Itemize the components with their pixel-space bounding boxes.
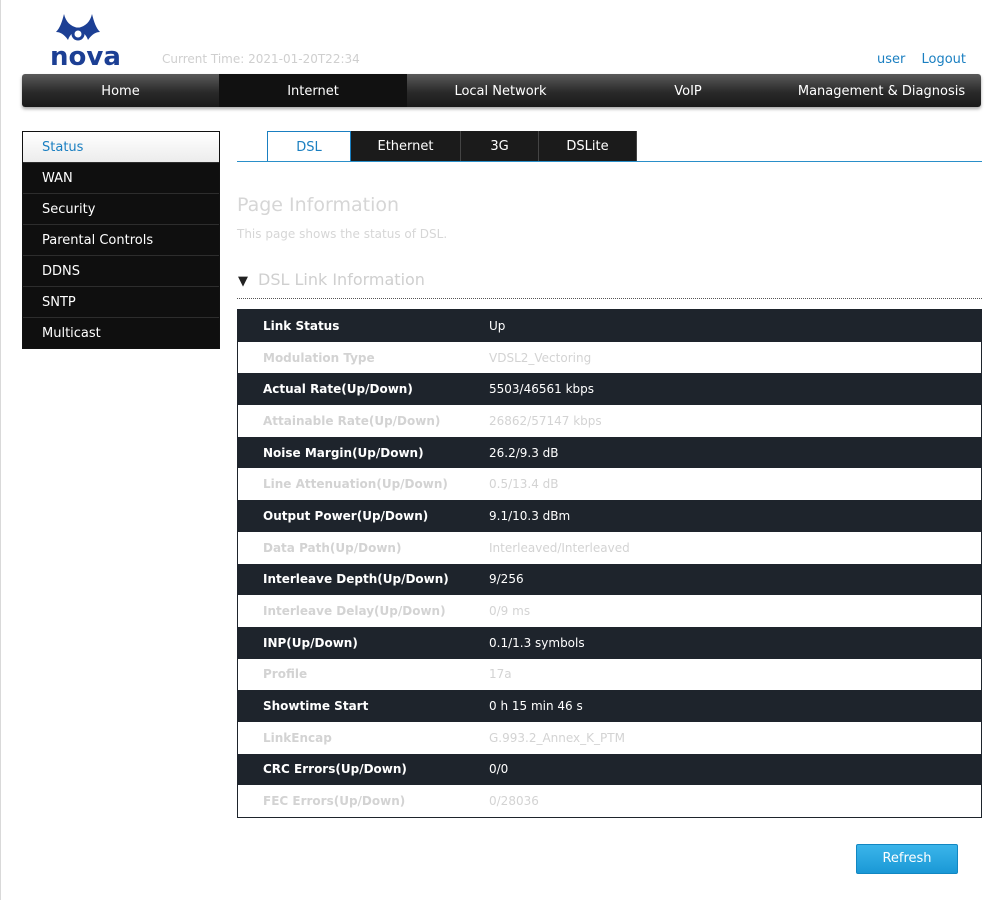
row-value: 9/256 xyxy=(489,572,524,587)
page-border xyxy=(0,0,1,900)
table-row: Profile 17a xyxy=(238,658,981,691)
row-value: VDSL2_Vectoring xyxy=(489,350,592,365)
dsl-info-table: Link Status Up Modulation Type VDSL2_Vecto… xyxy=(237,309,982,818)
table-row: Modulation Type VDSL2_Vectoring xyxy=(238,341,981,374)
sidebar-item-multicast[interactable]: Multicast xyxy=(23,317,219,348)
sidebar-item-security[interactable]: Security xyxy=(23,193,219,224)
row-value: 5503/46561 kbps xyxy=(489,382,595,397)
nav-tab-internet[interactable]: Internet xyxy=(219,74,407,107)
tab-dsl[interactable]: DSL xyxy=(267,131,351,162)
row-value: 0.5/13.4 dB xyxy=(489,477,559,492)
row-value: 26862/57147 kbps xyxy=(489,413,602,428)
table-row: CRC Errors(Up/Down) 0/0 xyxy=(238,753,981,786)
section-title: DSL Link Information xyxy=(258,270,425,289)
nav-tab-local-network[interactable]: Local Network xyxy=(407,74,594,107)
refresh-button[interactable]: Refresh xyxy=(856,844,958,874)
row-label: LinkEncap xyxy=(263,730,332,745)
row-label: INP(Up/Down) xyxy=(263,635,358,650)
page-description: This page shows the status of DSL. xyxy=(237,227,448,241)
table-row: Interleave Depth(Up/Down) 9/256 xyxy=(238,563,981,596)
sidebar-item-wan[interactable]: WAN xyxy=(23,162,219,193)
nova-logo: nova xyxy=(48,8,121,72)
section-divider xyxy=(237,298,982,299)
table-row: Actual Rate(Up/Down) 5503/46561 kbps xyxy=(238,373,981,406)
collapse-triangle-icon[interactable]: ▼ xyxy=(238,274,248,289)
row-value: 0 h 15 min 46 s xyxy=(489,699,583,714)
tab-3g[interactable]: 3G xyxy=(461,131,539,161)
row-label: Attainable Rate(Up/Down) xyxy=(263,413,441,428)
sub-tabs: DSL Ethernet 3G DSLite xyxy=(267,131,637,162)
table-row: Link Status Up xyxy=(238,310,981,342)
user-links: user Logout xyxy=(865,52,966,67)
table-row: Attainable Rate(Up/Down) 26862/57147 kbps xyxy=(238,405,981,437)
tab-dslite[interactable]: DSLite xyxy=(539,131,637,161)
sidebar-item-ddns[interactable]: DDNS xyxy=(23,255,219,286)
table-row: Line Attenuation(Up/Down) 0.5/13.4 dB xyxy=(238,468,981,501)
row-label: Link Status xyxy=(263,318,340,333)
row-value: 0/0 xyxy=(489,762,509,777)
row-label: Noise Margin(Up/Down) xyxy=(263,445,424,460)
row-label: CRC Errors(Up/Down) xyxy=(263,762,407,777)
nav-tab-voip[interactable]: VoIP xyxy=(594,74,782,107)
row-label: Showtime Start xyxy=(263,699,369,714)
row-label: Profile xyxy=(263,667,308,682)
tab-ethernet[interactable]: Ethernet xyxy=(351,131,461,161)
table-row: INP(Up/Down) 0.1/1.3 symbols xyxy=(238,626,981,659)
main-nav: Home Internet Local Network VoIP Managem… xyxy=(22,74,981,107)
page-title: Page Information xyxy=(237,194,400,216)
row-value: 0/28036 xyxy=(489,794,539,809)
table-row: LinkEncap G.993.2_Annex_K_PTM xyxy=(238,721,981,754)
table-row: Showtime Start 0 h 15 min 46 s xyxy=(238,690,981,722)
sidebar-item-sntp[interactable]: SNTP xyxy=(23,286,219,317)
logo-text: nova xyxy=(50,42,121,72)
row-value: Interleaved/Interleaved xyxy=(489,540,630,555)
sidebar-item-parental-controls[interactable]: Parental Controls xyxy=(23,224,219,255)
sidebar: Status WAN Security Parental Controls DD… xyxy=(22,131,220,349)
row-label: Interleave Depth(Up/Down) xyxy=(263,572,449,587)
row-label: Line Attenuation(Up/Down) xyxy=(263,477,448,492)
nav-tab-home[interactable]: Home xyxy=(22,74,219,107)
row-label: FEC Errors(Up/Down) xyxy=(263,794,406,809)
logout-link[interactable]: Logout xyxy=(921,52,966,67)
sidebar-item-status[interactable]: Status xyxy=(23,132,219,162)
table-row: Data Path(Up/Down) Interleaved/Interleave… xyxy=(238,531,981,564)
row-value: 26.2/9.3 dB xyxy=(489,445,559,460)
row-value: G.993.2_Annex_K_PTM xyxy=(489,730,625,745)
table-row: Noise Margin(Up/Down) 26.2/9.3 dB xyxy=(238,436,981,469)
section-header[interactable]: ▼ DSL Link Information xyxy=(238,270,425,289)
user-link[interactable]: user xyxy=(877,52,905,67)
row-value: 17a xyxy=(489,667,512,682)
row-label: Modulation Type xyxy=(263,350,375,365)
row-value: 0/9 ms xyxy=(489,604,531,619)
row-label: Interleave Delay(Up/Down) xyxy=(263,604,446,619)
table-row: Interleave Delay(Up/Down) 0/9 ms xyxy=(238,595,981,627)
row-value: 9.1/10.3 dBm xyxy=(489,508,571,523)
table-row: Output Power(Up/Down) 9.1/10.3 dBm xyxy=(238,500,981,532)
row-value: Up xyxy=(489,318,506,333)
row-label: Output Power(Up/Down) xyxy=(263,508,429,523)
nav-tab-management-diagnosis[interactable]: Management & Diagnosis xyxy=(782,74,981,107)
sub-tabs-underline xyxy=(237,161,982,162)
row-label: Actual Rate(Up/Down) xyxy=(263,382,413,397)
table-row: FEC Errors(Up/Down) 0/28036 xyxy=(238,785,981,817)
current-time: Current Time: 2021-01-20T22:34 xyxy=(162,52,360,66)
row-label: Data Path(Up/Down) xyxy=(263,540,402,555)
row-value: 0.1/1.3 symbols xyxy=(489,635,585,650)
